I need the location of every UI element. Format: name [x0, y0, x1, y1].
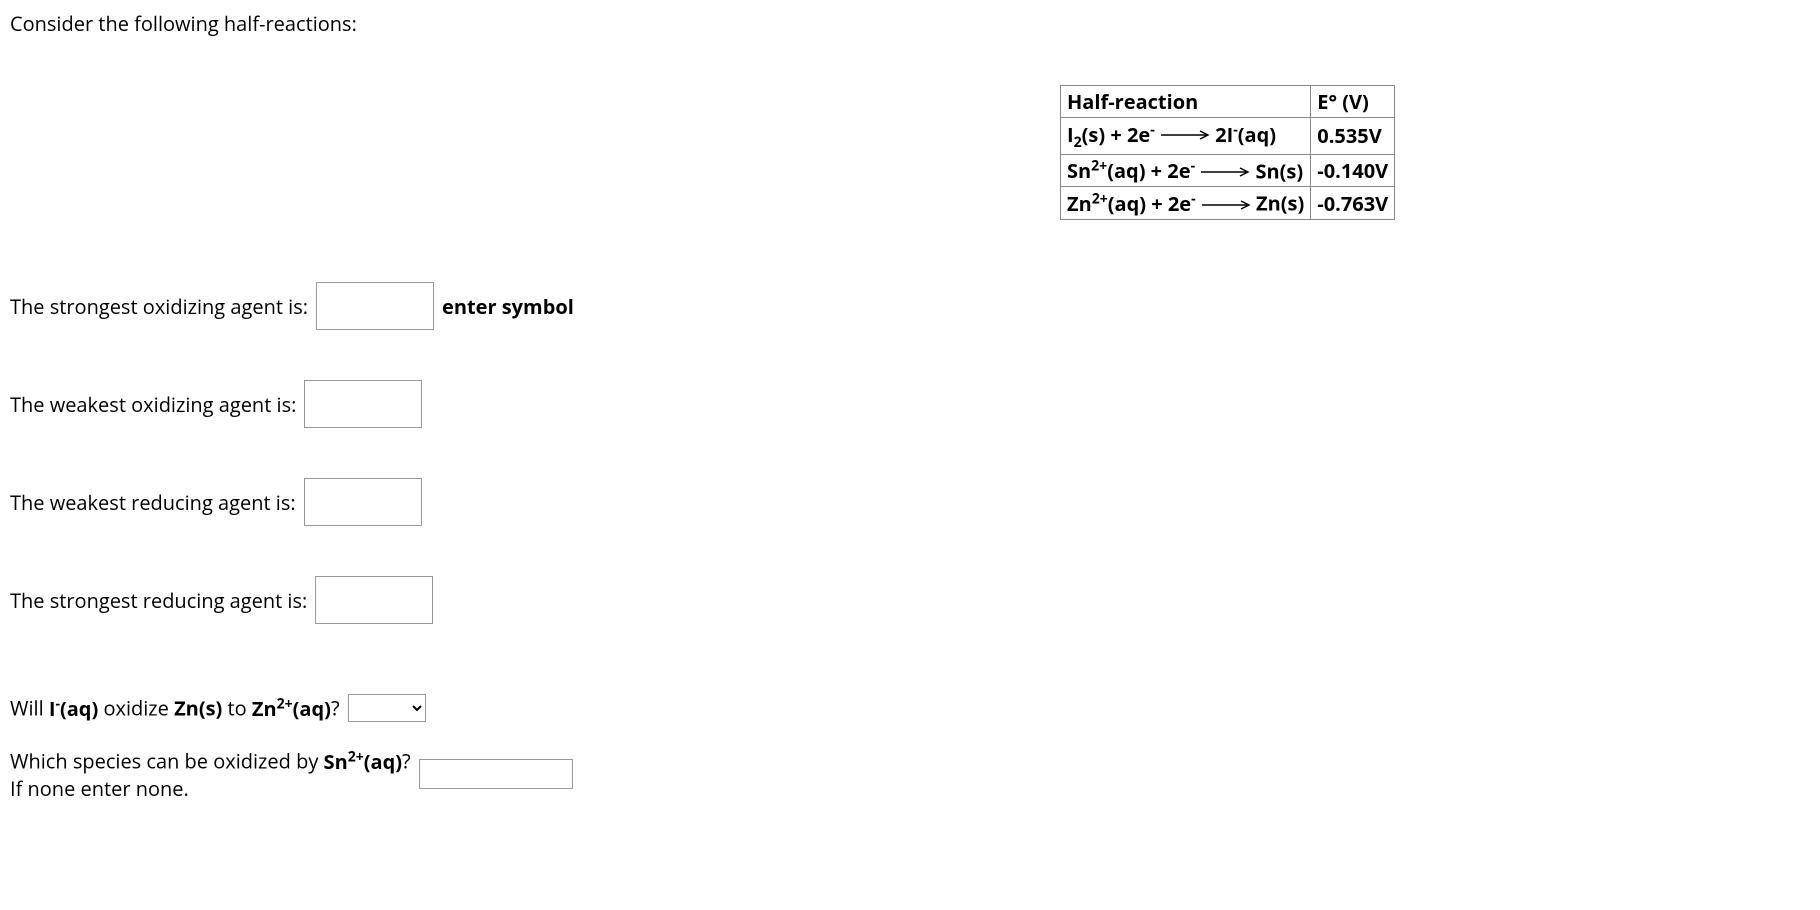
reaction-rhs: Zn(s) — [1256, 190, 1304, 217]
potential-value: 0.535V — [1311, 118, 1395, 155]
arrow-icon — [1160, 130, 1210, 140]
q2-input[interactable] — [304, 380, 422, 428]
q3-input[interactable] — [304, 478, 422, 526]
reaction-lhs: Sn2+(aq) + 2e- — [1067, 157, 1195, 184]
reaction-rhs: 2I-(aq) — [1215, 121, 1276, 148]
potential-value: -0.763V — [1311, 187, 1395, 220]
q4-label: The strongest reducing agent is: — [10, 587, 307, 614]
table-row: Sn2+(aq) + 2e- Sn(s) -0.140V — [1061, 154, 1395, 187]
table-header-reaction: Half-reaction — [1061, 86, 1311, 118]
table-row: Zn2+(aq) + 2e- Zn(s) -0.763V — [1061, 187, 1395, 220]
q1-hint: enter symbol — [442, 293, 574, 320]
intro-text: Consider the following half-reactions: — [10, 10, 1810, 37]
reaction-lhs: I2(s) + 2e- — [1067, 121, 1155, 148]
q4-input[interactable] — [315, 576, 433, 624]
q6-input[interactable] — [419, 759, 573, 789]
q5-select[interactable] — [348, 694, 426, 722]
q1-input[interactable] — [316, 282, 434, 330]
q1-label: The strongest oxidizing agent is: — [10, 293, 308, 320]
table-row: I2(s) + 2e- 2I-(aq) 0.535V — [1061, 118, 1395, 155]
half-reaction-table: Half-reaction E° (V) I2(s) + 2e- 2I-(aq)… — [1060, 85, 1395, 220]
arrow-icon — [1200, 167, 1250, 177]
q3-label: The weakest reducing agent is: — [10, 489, 296, 516]
reaction-lhs: Zn2+(aq) + 2e- — [1067, 190, 1196, 217]
potential-value: -0.140V — [1311, 154, 1395, 187]
table-header-potential: E° (V) — [1311, 86, 1395, 118]
arrow-icon — [1201, 200, 1251, 210]
q5-label: Will I-(aq) oxidize Zn(s) to Zn2+(aq)? — [10, 694, 340, 722]
q6-label: Which species can be oxidized by Sn2+(aq… — [10, 747, 411, 802]
reaction-rhs: Sn(s) — [1255, 157, 1303, 184]
q2-label: The weakest oxidizing agent is: — [10, 391, 296, 418]
